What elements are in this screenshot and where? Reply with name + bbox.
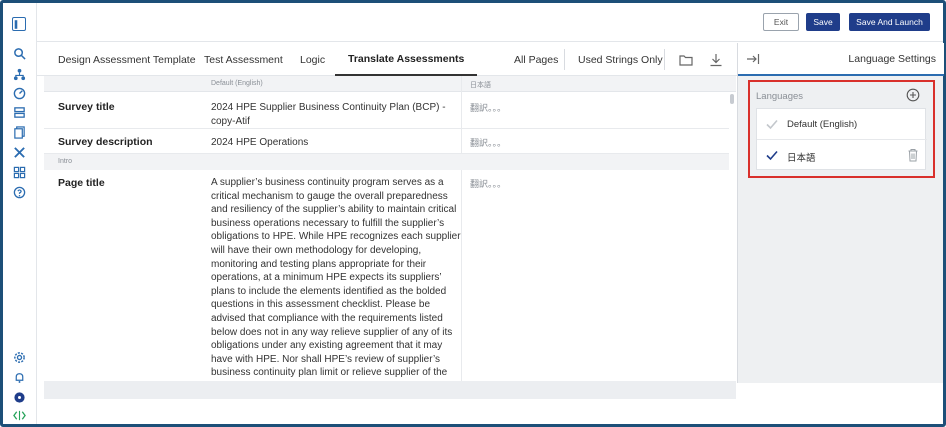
exit-button[interactable]: Exit [763,13,799,31]
row-label: Survey description [58,136,153,148]
section-header: Intro [44,154,729,170]
tab-test-assessment[interactable]: Test Assessment [204,43,283,76]
panel-title: Language Settings [848,53,936,65]
tools-icon[interactable] [12,145,26,159]
top-bar: Exit Save Save And Launch [37,3,943,42]
tab-design-assessment-template[interactable]: Design Assessment Template [58,43,196,76]
language-list: Default (English) 日本語 [756,108,927,170]
language-settings-panel: Language Settings Languages Default (Eng… [737,43,944,383]
languages-section: Languages Default (English) 日本語 [748,80,935,178]
list-item: Default (English) [757,109,927,139]
documents-icon[interactable] [12,125,26,139]
row-translation-input[interactable]: 翻訳。。。 [470,136,506,149]
collapse-panel-icon[interactable] [745,51,761,67]
divider [664,49,665,70]
row-label: Page title [58,177,105,189]
save-button[interactable]: Save [806,13,840,31]
row-translation-input[interactable]: 翻訳。。。 [470,101,506,114]
tab-bar: Design Assessment Template Test Assessme… [37,43,737,76]
panel-header: Language Settings [738,43,944,76]
row-label: Survey title [58,101,115,113]
scrollbar[interactable] [730,94,734,104]
language-checkbox-disabled [765,117,779,131]
left-rail [3,3,37,424]
divider [564,49,565,70]
add-language-icon[interactable] [906,88,920,102]
table-header: Default (English) 日本語 [44,76,736,92]
search-icon[interactable] [12,46,26,60]
server-icon[interactable] [12,105,26,119]
row-source-text: 2024 HPE Operations [211,137,309,148]
hierarchy-icon[interactable] [12,67,26,81]
table-row: Survey title 2024 HPE Supplier Business … [44,93,729,129]
column-default-english: Default (English) [211,80,263,87]
notifications-icon[interactable] [12,370,26,384]
languages-label: Languages [756,91,804,102]
delete-language-icon[interactable] [907,148,919,162]
table-row: Survey description 2024 HPE Operations 翻… [44,129,729,154]
code-icon[interactable] [12,408,26,422]
used-strings-only-toggle[interactable]: Used Strings Only [578,43,663,76]
tab-logic[interactable]: Logic [300,43,325,76]
list-item: 日本語 [757,139,927,169]
avatar-icon[interactable] [12,390,26,404]
table-row: Page title A supplier’s business continu… [44,170,729,381]
section-label: Intro [58,158,73,165]
language-name: 日本語 [787,153,816,164]
row-source-text: 2024 HPE Supplier Business Continuity Pl… [211,102,446,127]
tab-translate-assessments[interactable]: Translate Assessments [335,43,478,76]
all-pages-dropdown[interactable]: All Pages [514,43,558,76]
folder-icon[interactable] [678,52,694,68]
row-translation-input[interactable]: 翻訳。。。 [470,177,506,190]
sidebar-toggle-icon[interactable] [12,17,26,31]
dashboard-icon[interactable] [12,86,26,100]
download-icon[interactable] [708,52,724,68]
column-japanese: 日本語 [470,82,491,89]
language-name: Default (English) [787,119,858,130]
settings-icon[interactable] [12,350,26,364]
row-source-text: A supplier’s business continuity program… [211,177,461,381]
help-icon[interactable] [12,185,26,199]
app-frame: Exit Save Save And Launch Design Assessm… [0,0,946,427]
table-footer [44,381,736,399]
widgets-icon[interactable] [12,165,26,179]
translation-table: Default (English) 日本語 Survey title 2024 … [44,76,736,381]
language-checkbox[interactable] [765,148,779,162]
save-and-launch-button[interactable]: Save And Launch [849,13,930,31]
